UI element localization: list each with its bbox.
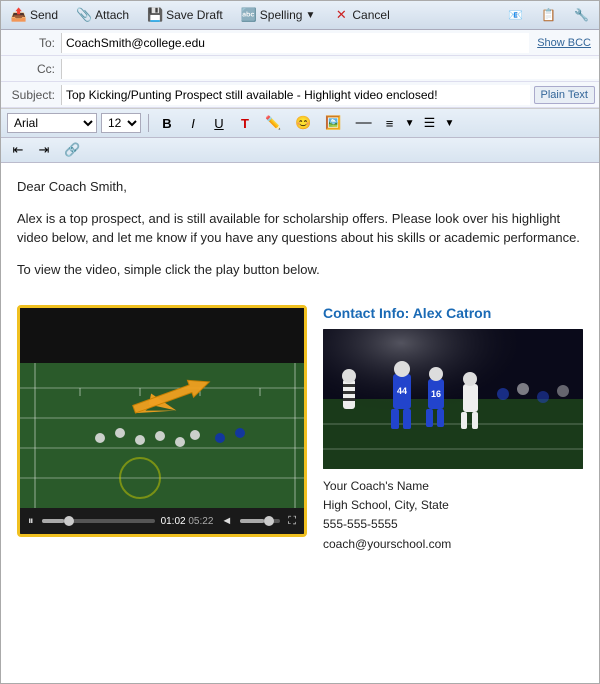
attach-label: Attach bbox=[95, 8, 129, 22]
to-row: To: Show BCC bbox=[1, 30, 599, 56]
volume-thumb[interactable] bbox=[264, 516, 274, 526]
font-color-button[interactable]: T bbox=[234, 114, 256, 133]
email-header: To: Show BCC Cc: Subject: Plain Text bbox=[1, 30, 599, 109]
send-icon: 📤 bbox=[11, 7, 27, 23]
link-button[interactable]: 🔗 bbox=[59, 140, 85, 160]
contact-phone: 555-555-5555 bbox=[323, 515, 583, 534]
hr-button[interactable]: — bbox=[351, 112, 375, 134]
save-icon: 💾 bbox=[147, 7, 163, 23]
body-paragraph-2: To view the video, simple click the play… bbox=[17, 260, 583, 280]
contact-email: coach@yourschool.com bbox=[323, 535, 583, 554]
subject-label: Subject: bbox=[1, 85, 61, 105]
volume-fill bbox=[240, 519, 264, 523]
video-player: ⏸ 01:02 05:22 ◄ ⛶ bbox=[17, 305, 307, 537]
field-svg bbox=[20, 308, 304, 508]
progress-fill bbox=[42, 519, 65, 523]
progress-thumb[interactable] bbox=[64, 516, 74, 526]
video-screen[interactable] bbox=[20, 308, 304, 508]
dropdown-arrow: ▼ bbox=[305, 10, 315, 21]
total-time: 05:22 bbox=[188, 516, 213, 527]
volume-button[interactable]: ◄ bbox=[219, 515, 234, 527]
video-controls: ⏸ 01:02 05:22 ◄ ⛶ bbox=[20, 508, 304, 534]
current-time: 01:02 bbox=[161, 516, 186, 527]
to-label: To: bbox=[1, 33, 61, 53]
clipboard-icon: 📋 bbox=[541, 8, 556, 22]
separator-1 bbox=[148, 114, 149, 132]
cancel-button[interactable]: ✕ Cancel bbox=[329, 5, 393, 25]
to-input[interactable] bbox=[61, 33, 529, 53]
send-label: Send bbox=[30, 8, 58, 22]
align-button[interactable]: ≡ bbox=[379, 114, 401, 133]
spelling-icon: 🔤 bbox=[241, 7, 257, 23]
cc-row: Cc: bbox=[1, 56, 599, 82]
spelling-button[interactable]: 🔤 Spelling ▼ bbox=[237, 5, 320, 25]
svg-text:16: 16 bbox=[431, 389, 441, 399]
subject-row: Subject: Plain Text bbox=[1, 82, 599, 108]
greeting: Dear Coach Smith, bbox=[17, 177, 583, 197]
save-draft-button[interactable]: 💾 Save Draft bbox=[143, 5, 227, 25]
contact-photo-svg: 44 16 bbox=[323, 329, 583, 469]
align-dropdown[interactable]: ▼ bbox=[405, 118, 415, 129]
font-size-selector[interactable]: 12 bbox=[101, 113, 141, 133]
contact-info-section: Contact Info: Alex Catron bbox=[323, 305, 583, 554]
list-button[interactable]: ☰ bbox=[418, 113, 440, 133]
main-toolbar: 📤 Send 📎 Attach 💾 Save Draft 🔤 Spelling … bbox=[1, 1, 599, 30]
spelling-label: Spelling bbox=[260, 8, 303, 22]
cc-input[interactable] bbox=[61, 59, 599, 79]
volume-bar[interactable] bbox=[240, 519, 280, 523]
underline-button[interactable]: U bbox=[208, 114, 230, 133]
email-body: Dear Coach Smith, Alex is a top prospect… bbox=[1, 163, 599, 305]
contact-photo: 44 16 bbox=[323, 329, 583, 469]
contact-title: Contact Info: Alex Catron bbox=[323, 305, 583, 321]
mail-options-button[interactable]: 📧 bbox=[504, 6, 527, 24]
indent-button[interactable]: ⇤ bbox=[7, 140, 29, 160]
font-selector[interactable]: Arial bbox=[7, 113, 97, 133]
highlight-button[interactable]: ✏️ bbox=[260, 113, 286, 133]
bold-button[interactable]: B bbox=[156, 114, 178, 133]
content-area: ⏸ 01:02 05:22 ◄ ⛶ Contact Info: Alex Cat… bbox=[1, 305, 599, 570]
contact-name: Your Coach's Name bbox=[323, 477, 583, 496]
pause-button[interactable]: ⏸ bbox=[26, 515, 36, 528]
emoji-button[interactable]: 😊 bbox=[290, 113, 316, 133]
cc-label: Cc: bbox=[1, 59, 61, 79]
subject-input[interactable] bbox=[61, 85, 530, 105]
progress-bar[interactable] bbox=[42, 519, 155, 523]
contact-details: Your Coach's Name High School, City, Sta… bbox=[323, 477, 583, 554]
svg-text:44: 44 bbox=[397, 386, 407, 396]
settings-button[interactable]: 🔧 bbox=[570, 6, 593, 24]
contact-school: High School, City, State bbox=[323, 496, 583, 515]
italic-button[interactable]: I bbox=[182, 114, 204, 133]
mail-icon: 📧 bbox=[508, 8, 523, 22]
list-dropdown[interactable]: ▼ bbox=[444, 118, 454, 129]
outdent-button[interactable]: ⇥ bbox=[33, 140, 55, 160]
save-draft-label: Save Draft bbox=[166, 8, 223, 22]
cancel-icon: ✕ bbox=[333, 7, 349, 23]
formatting-toolbar: Arial 12 B I U T ✏️ 😊 🖼️ — ≡ ▼ ☰ ▼ bbox=[1, 109, 599, 138]
attach-icon: 📎 bbox=[76, 7, 92, 23]
plain-text-button[interactable]: Plain Text bbox=[534, 86, 596, 104]
fullscreen-button[interactable]: ⛶ bbox=[286, 515, 298, 528]
body-paragraph-1: Alex is a top prospect, and is still ava… bbox=[17, 209, 583, 248]
formatting-toolbar-2: ⇤ ⇥ 🔗 bbox=[1, 138, 599, 163]
cancel-label: Cancel bbox=[352, 8, 389, 22]
send-button[interactable]: 📤 Send bbox=[7, 5, 62, 25]
settings-icon: 🔧 bbox=[574, 8, 589, 22]
image-button[interactable]: 🖼️ bbox=[320, 113, 346, 133]
attach-button[interactable]: 📎 Attach bbox=[72, 5, 133, 25]
clipboard-button[interactable]: 📋 bbox=[537, 6, 560, 24]
show-bcc-button[interactable]: Show BCC bbox=[529, 37, 599, 49]
time-display: 01:02 05:22 bbox=[161, 516, 214, 527]
